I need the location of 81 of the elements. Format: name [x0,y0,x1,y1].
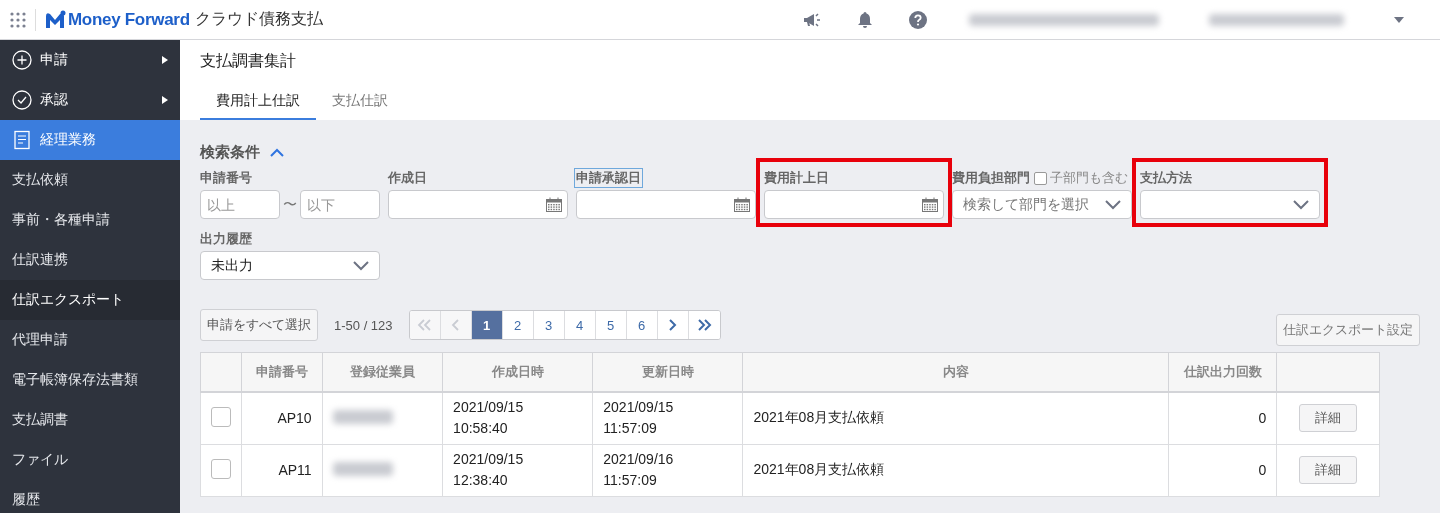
detail-button[interactable]: 詳細 [1299,404,1358,433]
page-title: 支払調書集計 [200,51,297,71]
logo-mark-icon [44,9,66,30]
blurred-text [332,409,393,424]
chevron-down-icon [353,260,369,271]
sidebar-item[interactable]: 履歴 [0,480,180,513]
chevron-up-icon[interactable] [270,147,284,157]
sidebar-item[interactable]: 事前・各種申請 [0,200,180,240]
double-chevron-right-icon [696,319,712,331]
table-cell: 0 [1168,392,1277,444]
table-header-cell: 更新日時 [592,352,743,392]
megaphone-icon[interactable] [803,11,821,28]
calendar-icon [546,197,562,212]
calendar-icon [922,197,938,212]
date-field[interactable] [388,190,568,219]
detail-button[interactable]: 詳細 [1299,456,1358,484]
chevron-down-icon [1105,199,1121,210]
sidebar-item[interactable]: 代理申請 [0,320,180,360]
double-chevron-left-icon [417,319,433,331]
caret-right-icon [162,56,168,64]
field-label: 作成日 [388,169,427,187]
field-label: 出力履歴 [200,230,252,248]
checkbox[interactable] [211,458,231,479]
logo[interactable]: Money Forward クラウド債務支払 [44,9,323,30]
sidebar-item[interactable]: 仕訳連携 [0,240,180,280]
table-cell: 2021/09/16 11:57:09 [592,444,743,496]
sidebar-item[interactable]: 支払依頼 [0,160,180,200]
sidebar-item[interactable]: 電子帳簿保存法書類 [0,360,180,400]
sidebar-item[interactable]: 承認 [0,80,180,120]
checkbox-label: 子部門も含む [1050,169,1128,187]
table-cell: 2021年08月支払依頼 [742,444,1169,496]
sidebar-item[interactable]: ファイル [0,440,180,480]
app-grid-icon[interactable] [10,11,26,28]
table-header-cell: 作成日時 [442,352,593,392]
table-cell: AP10 [241,392,323,444]
sidebar-item[interactable]: 経理業務 [0,120,180,160]
date-field[interactable] [576,190,756,219]
sidebar-item[interactable]: 支払調書 [0,400,180,440]
chevron-down-icon [1293,199,1309,210]
table-header-cell: 仕訳出力回数 [1168,352,1277,392]
table-header-cell: 内容 [742,352,1169,392]
page-button[interactable]: 1 [471,311,503,339]
sidebar-item[interactable]: 仕訳エクスポート [0,280,180,320]
bell-icon[interactable] [857,10,873,29]
table-header-cell: 申請番号 [241,352,323,392]
table-cell: 2021年08月支払依頼 [742,392,1169,444]
field-label: 費用負担部門 [952,169,1030,187]
tab[interactable]: 費用計上仕訳 [200,82,316,120]
select-field[interactable]: 検索して部門を選択 [952,190,1132,219]
field-label: 申請承認日 [574,168,643,188]
calendar-icon [734,197,750,212]
table-header-cell: 登録従業員 [322,352,443,392]
document-icon [12,130,32,150]
help-icon[interactable] [909,10,927,29]
caret-right-icon [162,96,168,104]
table-cell: 2021/09/15 11:57:09 [592,392,743,444]
caret-down-icon[interactable] [1394,16,1404,23]
input-field[interactable]: 以上 [200,190,280,219]
table-cell: 2021/09/15 10:58:40 [442,392,593,444]
select-field[interactable]: 未出力 [200,251,380,280]
table-cell: 2021/09/15 12:38:40 [442,444,593,496]
select-all-button[interactable]: 申請をすべて選択 [200,309,318,341]
field-label: 費用計上日 [764,169,829,187]
table-cell: 0 [1168,444,1277,496]
blurred-text [332,461,393,476]
result-count: 1-50 / 123 [334,317,393,333]
input-field[interactable]: 以下 [300,190,380,219]
export-settings-button[interactable]: 仕訳エクスポート設定 [1276,314,1420,346]
tab[interactable]: 支払仕訳 [316,82,404,120]
range-separator: 〜 [282,195,298,214]
field-label: 支払方法 [1140,169,1192,187]
checkbox[interactable] [1034,171,1047,185]
table-cell: AP11 [241,444,323,496]
section-title: 検索条件 [200,142,260,162]
sidebar-item[interactable]: 申請 [0,40,180,80]
plus-circle-icon [12,50,32,70]
field-label: 申請番号 [200,169,252,187]
checkbox[interactable] [211,406,231,427]
date-field[interactable] [764,190,944,219]
select-field[interactable] [1140,190,1320,219]
check-circle-icon [12,90,32,110]
